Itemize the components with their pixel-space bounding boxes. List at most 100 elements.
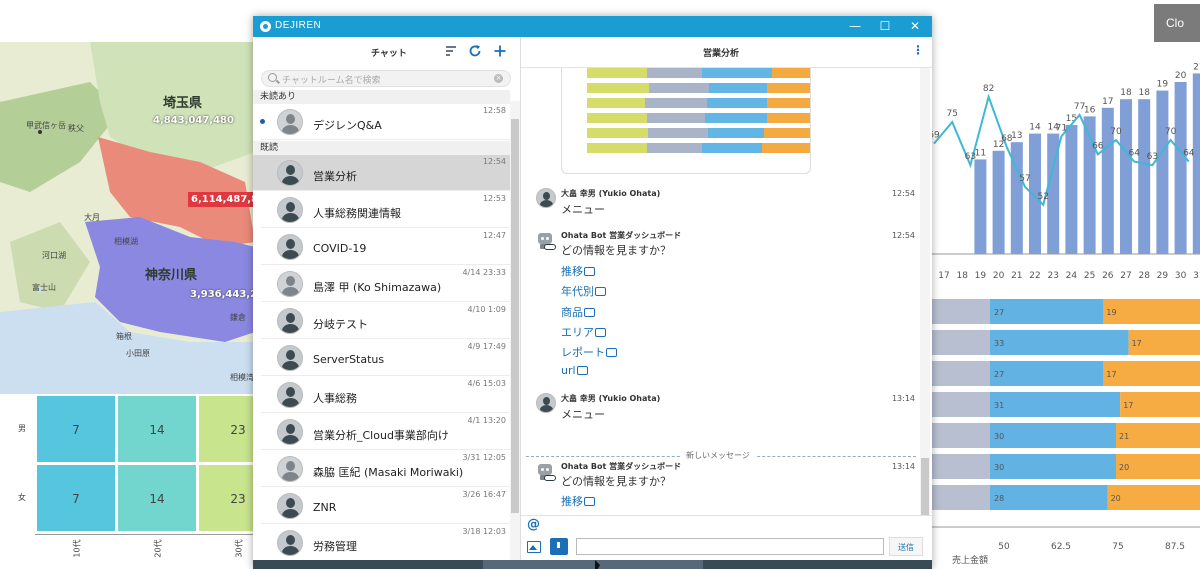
place-label: 箱根 (116, 332, 132, 341)
maximize-button[interactable]: ☐ (870, 16, 900, 37)
chat-room-item[interactable]: 人事総務関連情報 12:53 (261, 192, 510, 228)
message-sender: Ohata Bot 営業ダッシュボード (561, 462, 682, 471)
bar-value-label: 27 (994, 370, 1004, 379)
room-name: ServerStatus (313, 353, 385, 366)
chat-room-item[interactable]: 分岐テスト 4/10 1:09 (261, 303, 510, 339)
menu-option-link[interactable]: 商品 (561, 303, 595, 320)
x-tick-label: 20 (993, 271, 1005, 281)
room-time: 3/18 12:03 (462, 527, 506, 536)
message-input[interactable] (576, 538, 884, 555)
bar (1120, 99, 1132, 254)
sender-avatar[interactable] (536, 393, 556, 413)
room-avatar (277, 456, 303, 482)
age-gender-heatmap: 男 女 7 14 23 7 14 23 10代 20代 30代 (0, 395, 278, 569)
stamp-icon[interactable] (550, 538, 568, 555)
daily-sales-chart: 1718192021222324252627282930311112131414… (928, 42, 1200, 290)
bar-segment (990, 299, 1104, 324)
bar-value-label: 17 (1106, 370, 1116, 379)
x-tick-label: 22 (1029, 271, 1040, 281)
bar-segment (1107, 485, 1200, 510)
message-sender: 大畠 幸男 (Yukio Ohata) (561, 189, 661, 198)
unread-dot (260, 119, 265, 124)
chat-room-item[interactable]: COVID-19 12:47 (261, 229, 510, 265)
x-tick-label: 28 (1138, 271, 1150, 281)
close-window-button[interactable]: ✕ (900, 16, 930, 37)
bar (1156, 90, 1169, 254)
bar-value-label: 17 (1102, 97, 1113, 107)
line-value-label: 63 (1147, 152, 1158, 162)
menu-option-link[interactable]: エリア (561, 323, 606, 340)
add-chat-icon[interactable] (492, 44, 508, 60)
taskbar-active-item[interactable] (483, 560, 703, 569)
line-value-label: 70 (1165, 127, 1177, 137)
map-value-kanagawa: 3,936,443,28 (190, 289, 255, 300)
chat-room-item[interactable]: ServerStatus 4/9 17:49 (261, 340, 510, 376)
menu-option-link[interactable]: url (561, 361, 588, 377)
bar-value-label: 18 (1120, 88, 1132, 98)
chat-room-item[interactable]: 島澤 甲 (Ko Shimazawa) 4/14 23:33 (261, 266, 510, 302)
room-avatar (277, 234, 303, 260)
new-messages-label: 新しいメッセージ (681, 450, 755, 461)
bar-value-label: 14 (1029, 123, 1041, 133)
x-tick-label: 21 (1011, 271, 1022, 281)
chat-room-item[interactable]: 森脇 匡紀 (Masaki Moriwaki) 3/31 12:05 (261, 451, 510, 487)
room-avatar (277, 530, 303, 556)
line-value-label: 66 (1092, 141, 1104, 151)
x-tick-label: 62.5 (1051, 542, 1071, 552)
clear-search-icon[interactable]: × (494, 74, 503, 83)
line-value-label: 70 (1110, 127, 1122, 137)
room-time: 12:53 (482, 194, 506, 203)
chat-room-item[interactable]: 労務管理 3/18 12:03 (261, 525, 510, 561)
more-options-icon[interactable]: ⋮ (912, 43, 924, 57)
bar-segment (932, 485, 990, 510)
heatmap-cell: 7 (36, 464, 116, 532)
title-bar[interactable]: DEJIREN — ☐ ✕ (253, 16, 932, 37)
x-tick-label: 17 (938, 271, 949, 281)
room-avatar (277, 345, 303, 371)
send-button[interactable]: 送信 (889, 537, 923, 556)
room-name: 人事総務関連情報 (313, 207, 401, 220)
refresh-icon[interactable] (467, 44, 483, 60)
place-label: 大月 (84, 213, 100, 222)
place-label: 富士山 (32, 283, 56, 292)
scrollbar-thumb[interactable] (921, 458, 929, 515)
bot-avatar[interactable] (535, 230, 557, 252)
heatmap-axis-line (35, 534, 255, 535)
comment-icon (595, 323, 606, 337)
room-name: 島澤 甲 (Ko Shimazawa) (313, 281, 442, 294)
close-button[interactable]: Clo (1154, 4, 1200, 42)
menu-option-link[interactable]: 推移 (561, 492, 595, 509)
room-avatar (277, 109, 303, 135)
bot-avatar[interactable] (535, 461, 557, 483)
scrollbar-thumb[interactable] (511, 119, 519, 513)
conversation-scrollbar[interactable] (920, 68, 930, 515)
chat-room-item[interactable]: 営業分析_Cloud事業部向け 4/1 13:20 (261, 414, 510, 450)
chat-room-item[interactable]: 営業分析 12:54 (253, 155, 510, 191)
bar (1174, 82, 1187, 254)
conversation-title: 営業分析 (702, 49, 739, 59)
room-name: 労務管理 (313, 540, 357, 553)
shared-chart-image[interactable] (561, 68, 811, 174)
screen: Clo 埼玉県 4,843,047,480 6,114,487,84 神奈川県 … (0, 0, 1200, 569)
heatmap-col-label: 30代 (234, 539, 244, 558)
chat-search-input[interactable]: チャットルーム名で検索 × (261, 70, 511, 87)
menu-option-link[interactable]: レポート (561, 343, 617, 360)
minimize-button[interactable]: — (840, 16, 870, 37)
menu-option-link[interactable]: 年代別 (561, 282, 606, 299)
sort-icon[interactable] (443, 44, 459, 60)
room-avatar (277, 197, 303, 223)
mention-icon[interactable]: @ (527, 517, 540, 532)
chat-room-item[interactable]: 人事総務 4/6 15:03 (261, 377, 510, 413)
place-label: 鎌倉 (230, 313, 246, 322)
x-tick-label: 30 (1175, 271, 1187, 281)
chat-room-item[interactable]: ZNR 3/26 16:47 (261, 488, 510, 524)
sender-avatar[interactable] (536, 188, 556, 208)
room-time: 3/31 12:05 (462, 453, 506, 462)
chat-room-item[interactable]: デジレンQ&A 12:58 (260, 104, 510, 140)
room-name: COVID-19 (313, 242, 367, 255)
menu-option-link[interactable]: 推移 (561, 262, 595, 279)
chat-list-scrollbar[interactable] (510, 101, 520, 569)
message-text: メニュー (561, 203, 605, 216)
map-value-saitama: 4,843,047,480 (153, 115, 234, 126)
image-upload-icon[interactable] (527, 541, 541, 553)
